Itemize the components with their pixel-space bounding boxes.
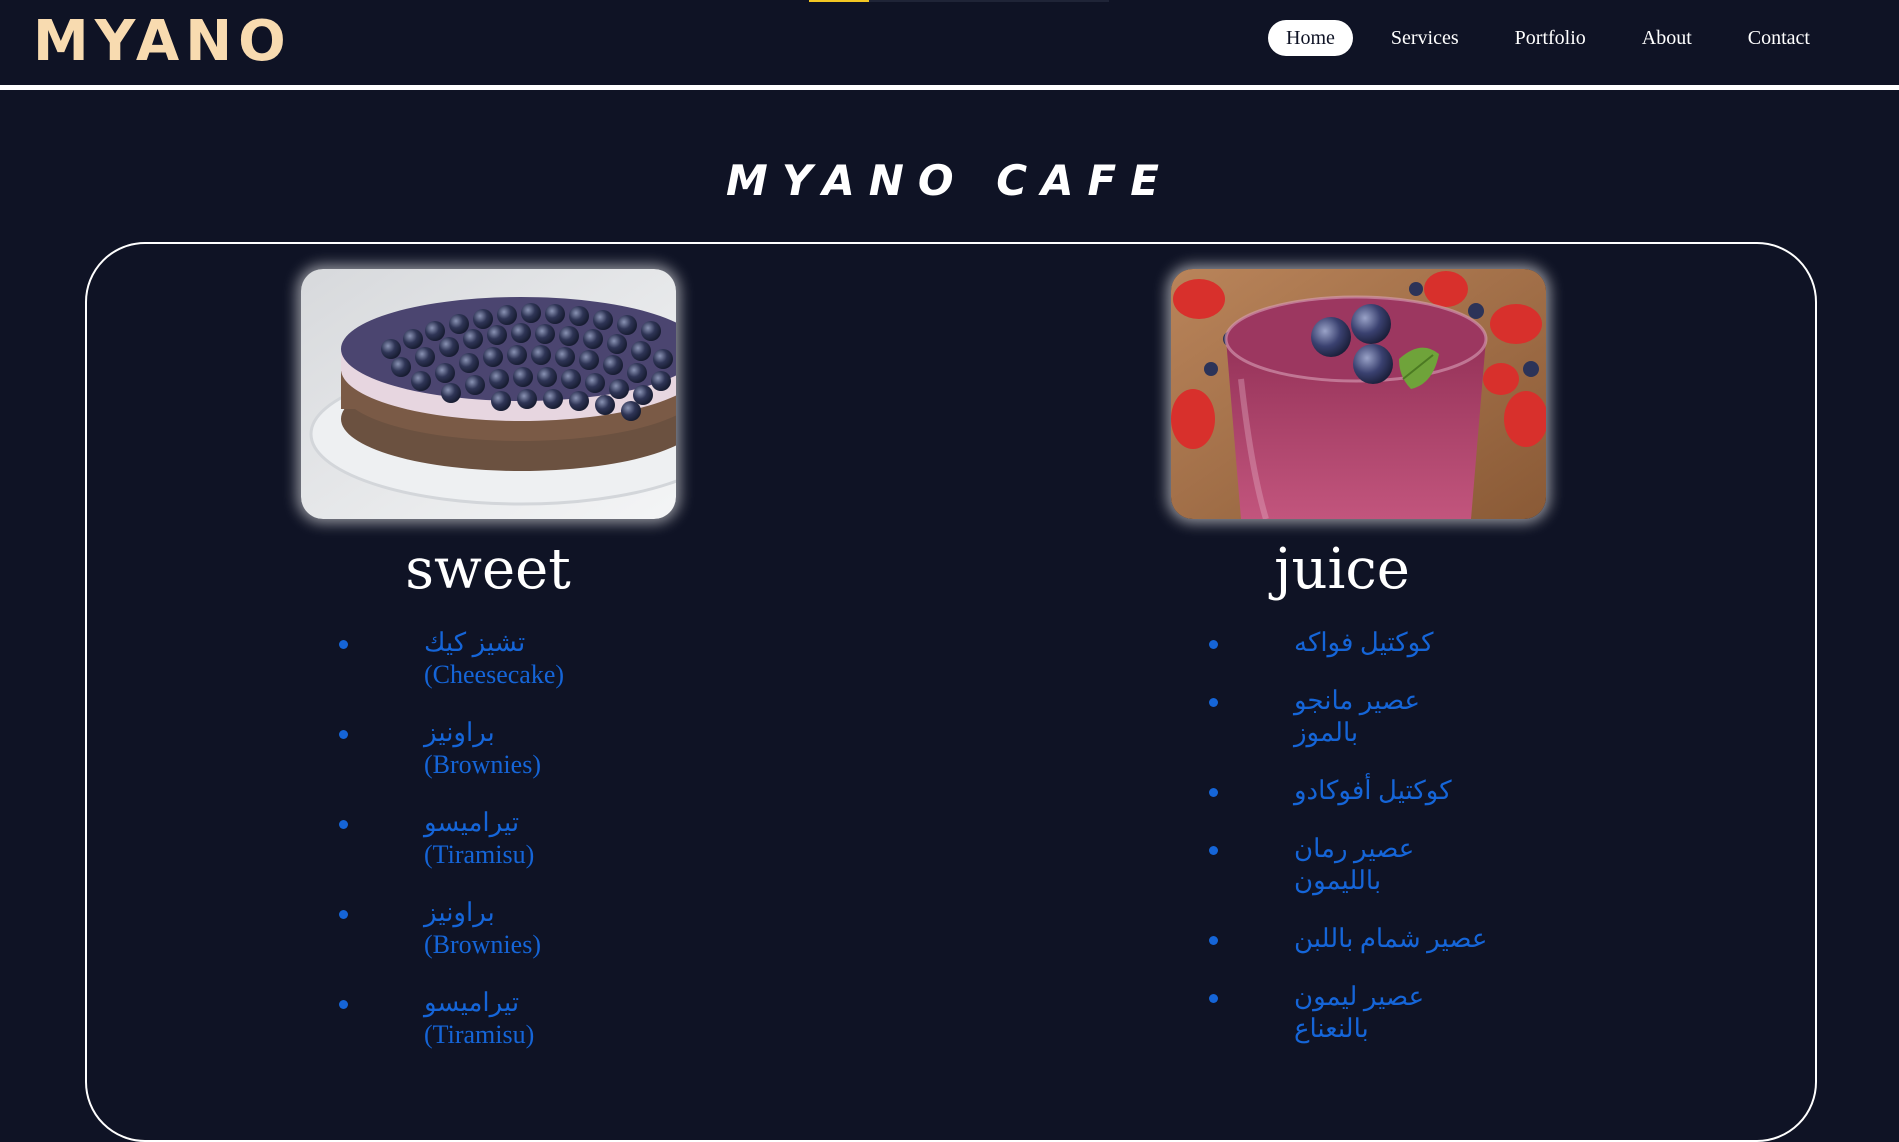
list-item: كوكتيل أفوكادو <box>1209 775 1539 807</box>
item-arabic-name: كوكتيل أفوكادو <box>1294 776 1452 805</box>
bullet-icon <box>339 820 348 829</box>
bullet-icon <box>339 730 348 739</box>
bullet-icon <box>1209 994 1218 1003</box>
item-arabic-name: عصير ليمون بالنعناع <box>1294 982 1425 1043</box>
bullet-icon <box>1209 698 1218 707</box>
item-arabic-name: تيراميسو <box>424 808 520 837</box>
berry-smoothie-image <box>1171 269 1546 519</box>
list-item: براونيز (Brownies) <box>339 717 669 781</box>
category-title-juice: juice <box>1274 537 1410 602</box>
top-navigation-bar: MYANO Home Services Portfolio About Cont… <box>0 0 1899 90</box>
list-item: كوكتيل فواكه <box>1209 627 1539 659</box>
item-arabic-name: براونيز <box>424 898 495 927</box>
item-arabic-name: عصير رمان بالليمون <box>1294 834 1415 895</box>
bullet-icon <box>1209 788 1218 797</box>
nav-item-contact[interactable]: Contact <box>1730 20 1828 56</box>
juice-item-list: كوكتيل فواكه عصير مانجو بالموز كوكتيل أف… <box>1209 627 1539 1071</box>
nav-item-about[interactable]: About <box>1624 20 1710 56</box>
bullet-icon <box>339 1000 348 1009</box>
item-arabic-name: براونيز <box>424 718 495 747</box>
main-nav: Home Services Portfolio About Contact <box>1268 19 1828 57</box>
item-english-name: (Tiramisu) <box>424 840 535 869</box>
site-logo[interactable]: MYANO <box>33 10 292 74</box>
bullet-icon <box>339 640 348 649</box>
category-title-sweet: sweet <box>405 537 571 602</box>
list-item: تشيز كيك (Cheesecake) <box>339 627 669 691</box>
sweet-photo <box>301 269 676 519</box>
item-arabic-name: عصير شمام باللبن <box>1294 924 1488 953</box>
list-item: تيراميسو (Tiramisu) <box>339 987 669 1051</box>
item-arabic-name: عصير مانجو بالموز <box>1294 686 1421 747</box>
bullet-icon <box>1209 846 1218 855</box>
bullet-icon <box>1209 936 1218 945</box>
bullet-icon <box>1209 640 1218 649</box>
item-english-name: (Brownies) <box>424 750 541 779</box>
page-title: MYANO CAFE <box>726 156 1173 206</box>
item-arabic-name: كوكتيل فواكه <box>1294 628 1434 657</box>
list-item: براونيز (Brownies) <box>339 897 669 961</box>
item-arabic-name: تشيز كيك <box>424 628 526 657</box>
top-accent-highlight <box>809 0 869 2</box>
list-item: عصير مانجو بالموز <box>1209 685 1539 749</box>
nav-item-services[interactable]: Services <box>1373 20 1477 56</box>
sweet-item-list: تشيز كيك (Cheesecake) براونيز (Brownies)… <box>339 627 669 1077</box>
top-accent-bar <box>809 0 1109 2</box>
list-item: تيراميسو (Tiramisu) <box>339 807 669 871</box>
item-arabic-name: تيراميسو <box>424 988 520 1017</box>
blueberry-cheesecake-image <box>301 269 676 519</box>
list-item: عصير رمان بالليمون <box>1209 833 1539 897</box>
item-english-name: (Brownies) <box>424 930 541 959</box>
item-english-name: (Tiramisu) <box>424 1020 535 1049</box>
list-item: عصير ليمون بالنعناع <box>1209 981 1539 1045</box>
item-english-name: (Cheesecake) <box>424 660 565 689</box>
juice-photo <box>1171 269 1546 519</box>
nav-item-portfolio[interactable]: Portfolio <box>1497 20 1604 56</box>
bullet-icon <box>339 910 348 919</box>
list-item: عصير شمام باللبن <box>1209 923 1539 955</box>
nav-item-home[interactable]: Home <box>1268 20 1353 56</box>
